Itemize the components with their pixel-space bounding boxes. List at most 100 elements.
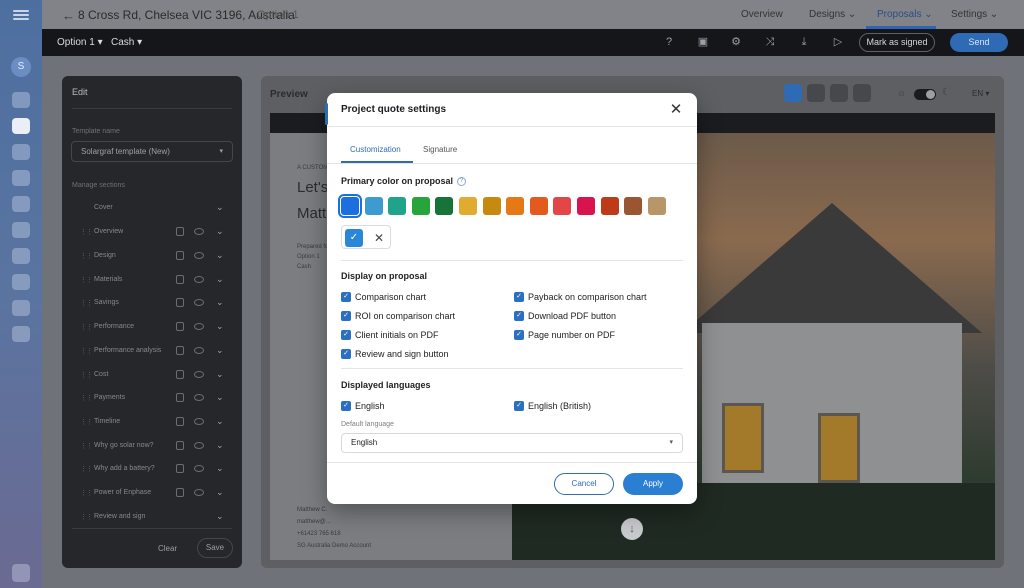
edit-page-icon[interactable] bbox=[176, 251, 184, 260]
chevron-down-icon[interactable]: ⌄ bbox=[216, 202, 224, 213]
eye-icon[interactable] bbox=[194, 252, 204, 259]
checkbox-comparison-chart[interactable]: ✓ Comparison chart bbox=[341, 292, 426, 303]
eye-icon[interactable] bbox=[194, 228, 204, 235]
color-swatch[interactable] bbox=[624, 197, 643, 215]
edit-page-icon[interactable] bbox=[176, 370, 184, 379]
checkbox-client-initials-on-pdf[interactable]: ✓ Client initials on PDF bbox=[341, 330, 439, 341]
rail-chart-icon[interactable] bbox=[12, 144, 30, 160]
edit-page-icon[interactable] bbox=[176, 227, 184, 236]
checkbox-page-number-on-pdf[interactable]: ✓ Page number on PDF bbox=[514, 330, 615, 341]
color-swatch[interactable] bbox=[482, 197, 501, 215]
chevron-down-icon[interactable]: ⌄ bbox=[216, 274, 224, 285]
drag-handle-icon[interactable]: ⋮⋮ bbox=[80, 276, 93, 284]
checkbox-review-and-sign-button[interactable]: ✓ Review and sign button bbox=[341, 349, 449, 360]
section-row[interactable]: ⋮⋮ Cost ⌄ bbox=[80, 368, 232, 384]
drag-handle-icon[interactable]: ⋮⋮ bbox=[80, 323, 93, 331]
download-icon[interactable]: ⤓ bbox=[798, 36, 810, 48]
eye-icon[interactable] bbox=[194, 299, 204, 306]
color-swatch[interactable] bbox=[506, 197, 525, 215]
scroll-down-icon[interactable]: ↓ bbox=[621, 518, 643, 540]
eye-icon[interactable] bbox=[194, 489, 204, 496]
edit-page-icon[interactable] bbox=[176, 322, 184, 331]
rail-calculator-icon[interactable] bbox=[12, 326, 30, 342]
gear-icon[interactable]: ⚙ bbox=[730, 36, 742, 48]
rail-document-icon[interactable] bbox=[12, 274, 30, 290]
color-swatch[interactable] bbox=[459, 197, 477, 215]
edit-page-icon[interactable] bbox=[176, 441, 184, 450]
chevron-down-icon[interactable]: ⌄ bbox=[216, 440, 224, 451]
section-row[interactable]: ⋮⋮ Power of Enphase ⌄ bbox=[80, 486, 232, 502]
edit-page-icon[interactable] bbox=[176, 488, 184, 497]
rail-nav-icon[interactable] bbox=[12, 92, 30, 108]
color-swatch[interactable] bbox=[553, 197, 572, 215]
drag-handle-icon[interactable]: ⋮⋮ bbox=[80, 394, 93, 402]
drag-handle-icon[interactable]: ⋮⋮ bbox=[80, 252, 93, 260]
apply-button[interactable]: Apply bbox=[623, 473, 683, 495]
section-row[interactable]: ⋮⋮ Timeline ⌄ bbox=[80, 415, 232, 431]
tab-settings[interactable]: Settings ⌄ bbox=[951, 9, 998, 20]
color-swatch[interactable] bbox=[411, 197, 430, 215]
edit-page-icon[interactable] bbox=[176, 417, 184, 426]
chevron-down-icon[interactable]: ⌄ bbox=[216, 345, 224, 356]
tab-customization[interactable]: Customization bbox=[350, 145, 401, 154]
cancel-button[interactable]: Cancel bbox=[554, 473, 614, 495]
section-row[interactable]: ⋮⋮ Performance analysis ⌄ bbox=[80, 344, 232, 360]
drag-handle-icon[interactable]: ⋮⋮ bbox=[80, 442, 93, 450]
selected-color-check-icon[interactable]: ✓ bbox=[345, 229, 363, 247]
page-view-icon[interactable] bbox=[853, 84, 871, 102]
chevron-down-icon[interactable]: ⌄ bbox=[216, 226, 224, 237]
section-row[interactable]: ⋮⋮ Why add a battery? ⌄ bbox=[80, 462, 232, 478]
checkbox-download-pdf-button[interactable]: ✓ Download PDF button bbox=[514, 311, 616, 322]
edit-page-icon[interactable] bbox=[176, 464, 184, 473]
section-row[interactable]: ⋮⋮ Payments ⌄ bbox=[80, 391, 232, 407]
chevron-down-icon[interactable]: ⌄ bbox=[216, 369, 224, 380]
color-swatch[interactable] bbox=[647, 197, 666, 215]
drag-handle-icon[interactable]: ⋮⋮ bbox=[80, 489, 93, 497]
tablet-view-icon[interactable] bbox=[807, 84, 825, 102]
chevron-down-icon[interactable]: ⌄ bbox=[216, 321, 224, 332]
shuffle-icon[interactable]: ⤨ bbox=[764, 36, 776, 48]
chevron-down-icon[interactable]: ⌄ bbox=[216, 416, 224, 427]
rail-list-icon[interactable] bbox=[12, 170, 30, 186]
checkbox-english[interactable]: ✓ English bbox=[341, 401, 385, 412]
checkbox-payback-on-comparison-chart[interactable]: ✓ Payback on comparison chart bbox=[514, 292, 647, 303]
chevron-down-icon[interactable]: ⌄ bbox=[216, 487, 224, 498]
drag-handle-icon[interactable]: ⋮⋮ bbox=[80, 299, 93, 307]
play-icon[interactable]: ▷ bbox=[832, 36, 844, 48]
eye-icon[interactable] bbox=[194, 394, 204, 401]
color-swatch[interactable] bbox=[577, 197, 595, 215]
drag-handle-icon[interactable]: ⋮⋮ bbox=[80, 513, 93, 521]
rail-building-icon[interactable] bbox=[12, 196, 30, 212]
theme-toggle[interactable] bbox=[914, 89, 936, 100]
chevron-down-icon[interactable]: ⌄ bbox=[216, 297, 224, 308]
help-icon[interactable]: ? bbox=[457, 177, 466, 186]
section-row[interactable]: ⋮⋮ Review and sign ⌄ bbox=[80, 510, 232, 526]
hamburger-menu-icon[interactable] bbox=[13, 10, 29, 20]
chevron-down-icon[interactable]: ⌄ bbox=[216, 511, 224, 522]
chevron-down-icon[interactable]: ⌄ bbox=[216, 392, 224, 403]
clear-color-icon[interactable]: ✕ bbox=[370, 229, 388, 247]
drag-handle-icon[interactable]: ⋮⋮ bbox=[80, 465, 93, 473]
drag-handle-icon[interactable]: ⋮⋮ bbox=[80, 347, 93, 355]
color-swatch[interactable] bbox=[435, 197, 454, 215]
clear-button[interactable]: Clear bbox=[158, 544, 177, 553]
payment-select[interactable]: Cash ▾ bbox=[111, 37, 142, 48]
section-row[interactable]: ⋮⋮ Design ⌄ bbox=[80, 249, 232, 265]
color-swatch[interactable] bbox=[338, 194, 362, 218]
edit-page-icon[interactable] bbox=[176, 275, 184, 284]
mark-as-signed-button[interactable]: Mark as signed bbox=[859, 33, 935, 52]
eye-icon[interactable] bbox=[194, 465, 204, 472]
default-language-select[interactable]: English ▾ bbox=[341, 433, 683, 453]
eye-icon[interactable] bbox=[194, 418, 204, 425]
edit-page-icon[interactable] bbox=[176, 346, 184, 355]
tab-proposals[interactable]: Proposals ⌄ bbox=[877, 9, 933, 20]
color-swatch[interactable] bbox=[600, 197, 619, 215]
color-swatch[interactable] bbox=[529, 197, 548, 215]
template-select[interactable]: Solargraf template (New) ▾ bbox=[71, 141, 233, 162]
checkbox-roi-on-comparison-chart[interactable]: ✓ ROI on comparison chart bbox=[341, 311, 455, 322]
chevron-down-icon[interactable]: ⌄ bbox=[216, 463, 224, 474]
section-row[interactable]: ⋮⋮ Performance ⌄ bbox=[80, 320, 232, 336]
color-swatch[interactable] bbox=[388, 197, 407, 215]
tab-designs[interactable]: Designs ⌄ bbox=[809, 9, 856, 20]
rail-account-icon[interactable] bbox=[12, 564, 30, 582]
